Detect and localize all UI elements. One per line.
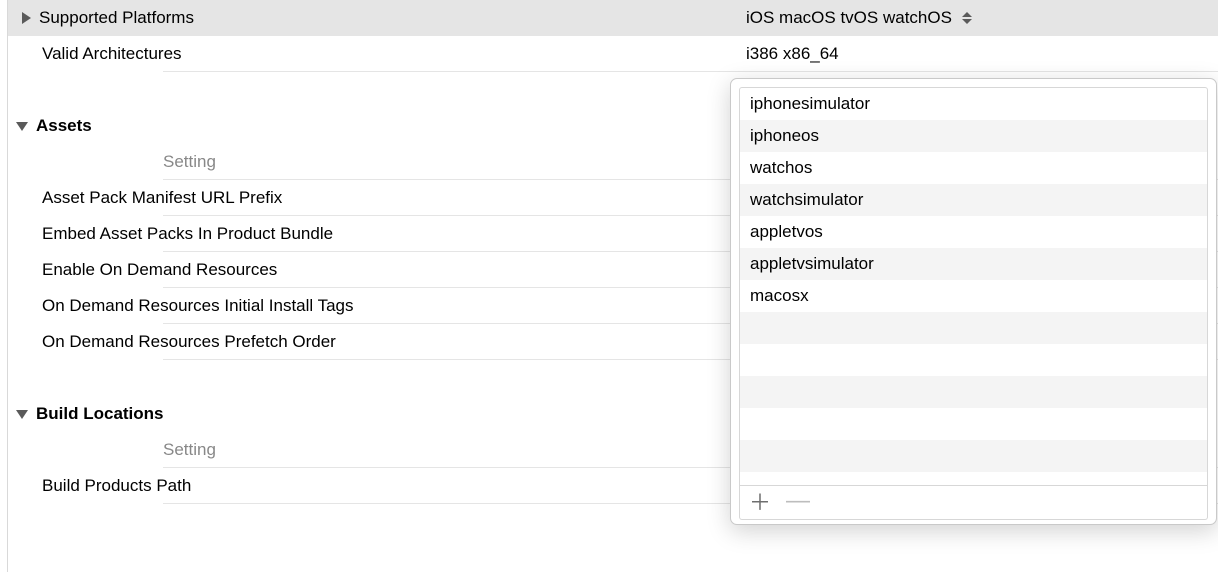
setting-label: Build Products Path <box>42 476 191 496</box>
row-valid-architectures[interactable]: Valid Architectures i386 x86_64 <box>8 36 1218 72</box>
list-item[interactable]: iphoneos <box>740 120 1207 152</box>
setting-label: Asset Pack Manifest URL Prefix <box>42 188 282 208</box>
list-item[interactable]: appletvos <box>740 216 1207 248</box>
list-item[interactable]: watchos <box>740 152 1207 184</box>
list-item-empty <box>740 408 1207 440</box>
list-item-label: watchos <box>750 158 812 178</box>
chevron-down-icon[interactable] <box>16 122 28 131</box>
stepper-icon[interactable] <box>960 11 974 25</box>
section-title: Assets <box>36 116 92 136</box>
plus-icon[interactable]: ＋ <box>750 493 770 513</box>
list-item-label: macosx <box>750 286 809 306</box>
list-item-label: iphonesimulator <box>750 94 870 114</box>
setting-label: On Demand Resources Initial Install Tags <box>42 296 354 316</box>
list-item-empty <box>740 376 1207 408</box>
list-item[interactable]: macosx <box>740 280 1207 312</box>
list-item[interactable]: watchsimulator <box>740 184 1207 216</box>
platforms-list[interactable]: iphonesimulator iphoneos watchos watchsi… <box>739 87 1208 486</box>
setting-label: Supported Platforms <box>39 8 194 28</box>
setting-label: Enable On Demand Resources <box>42 260 277 280</box>
list-item-empty <box>740 344 1207 376</box>
list-item-empty <box>740 312 1207 344</box>
list-item-label: appletvos <box>750 222 823 242</box>
setting-label: Valid Architectures <box>42 44 182 64</box>
minus-icon[interactable]: — <box>788 491 808 511</box>
list-item-label: watchsimulator <box>750 190 863 210</box>
list-item-label: iphoneos <box>750 126 819 146</box>
left-gutter <box>0 0 8 572</box>
setting-column-header: Setting <box>163 152 216 172</box>
row-divider <box>163 71 1218 72</box>
list-item-empty <box>740 440 1207 472</box>
row-supported-platforms[interactable]: Supported Platforms iOS macOS tvOS watch… <box>8 0 1218 36</box>
setting-value[interactable]: i386 x86_64 <box>746 44 839 64</box>
chevron-down-icon[interactable] <box>16 410 28 419</box>
section-title: Build Locations <box>36 404 164 424</box>
setting-column-header: Setting <box>163 440 216 460</box>
popover-toolbar: ＋ — <box>739 486 1208 520</box>
setting-label: On Demand Resources Prefetch Order <box>42 332 336 352</box>
setting-value[interactable]: iOS macOS tvOS watchOS <box>746 8 952 28</box>
list-item-label: appletvsimulator <box>750 254 874 274</box>
list-item[interactable]: appletvsimulator <box>740 248 1207 280</box>
platforms-popover: iphonesimulator iphoneos watchos watchsi… <box>730 78 1217 525</box>
setting-label: Embed Asset Packs In Product Bundle <box>42 224 333 244</box>
list-item[interactable]: iphonesimulator <box>740 88 1207 120</box>
chevron-right-icon[interactable] <box>22 12 31 24</box>
